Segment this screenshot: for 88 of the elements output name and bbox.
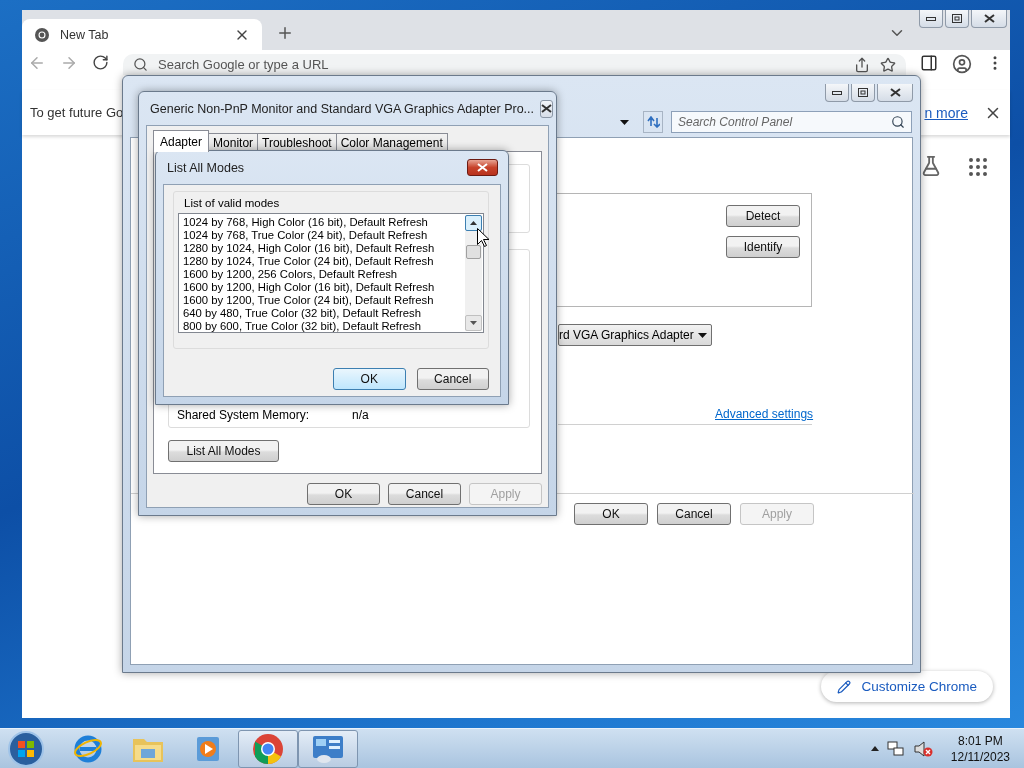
refresh-icon bbox=[646, 116, 660, 128]
dialog-title: List All Modes bbox=[167, 160, 246, 175]
field-label: Shared System Memory: bbox=[177, 408, 311, 422]
side-panel-icon[interactable] bbox=[920, 54, 938, 72]
minimize-button[interactable] bbox=[825, 84, 849, 102]
close-button[interactable] bbox=[540, 99, 553, 118]
close-icon bbox=[889, 88, 901, 97]
reload-icon[interactable] bbox=[92, 54, 109, 71]
mode-item[interactable]: 1600 by 1200, High Color (16 bit), Default Refresh bbox=[183, 281, 462, 294]
pencil-icon bbox=[837, 679, 852, 694]
address-bar[interactable]: Search Google or type a URL bbox=[123, 54, 906, 75]
minimize-icon bbox=[832, 89, 842, 96]
mode-item[interactable]: 1024 by 768, High Color (16 bit), Default Refresh bbox=[183, 216, 462, 229]
action-button[interactable]: Identify bbox=[726, 236, 800, 258]
taskbar-app[interactable] bbox=[298, 729, 358, 768]
clock[interactable]: 8:01 PM 12/11/2023 bbox=[950, 732, 1010, 765]
search-field[interactable]: Search Control Panel bbox=[671, 111, 912, 133]
show-hidden-icons-icon[interactable] bbox=[870, 746, 879, 751]
address-placeholder: Search Google or type a URL bbox=[158, 57, 330, 72]
customize-chrome-button[interactable]: Customize Chrome bbox=[821, 671, 993, 702]
dropdown-value: rd VGA Graphics Adapter bbox=[559, 328, 695, 342]
mode-item[interactable]: 1600 by 1200, 256 Colors, Default Refresh bbox=[183, 268, 462, 281]
mode-item[interactable]: 1024 by 768, True Color (24 bit), Default Refresh bbox=[183, 229, 462, 242]
dialog-button[interactable]: OK bbox=[574, 503, 648, 525]
maximize-button[interactable] bbox=[851, 84, 875, 102]
dropdown-arrow-icon[interactable] bbox=[620, 119, 629, 125]
up-arrow-icon bbox=[470, 221, 477, 225]
media-player-icon bbox=[194, 734, 222, 763]
browser-tab[interactable]: New Tab bbox=[22, 19, 262, 50]
mode-item[interactable]: 1280 by 1024, High Color (16 bit), Default Refresh bbox=[183, 242, 462, 255]
taskbar-app[interactable] bbox=[238, 729, 298, 768]
dialog-tab[interactable]: Adapter bbox=[153, 130, 210, 152]
clock-time: 8:01 PM bbox=[958, 732, 1003, 749]
browser-e-icon bbox=[73, 733, 103, 764]
bookmark-star-icon[interactable] bbox=[880, 56, 896, 73]
share-icon[interactable] bbox=[854, 56, 870, 73]
adapter-dropdown[interactable]: rd VGA Graphics Adapter bbox=[558, 324, 712, 346]
mode-item[interactable]: 640 by 480, True Color (32 bit), Default Refresh bbox=[183, 307, 462, 320]
close-icon bbox=[477, 163, 488, 172]
tab-title: New Tab bbox=[60, 27, 110, 42]
close-button[interactable] bbox=[877, 84, 913, 102]
maximize-icon bbox=[952, 14, 962, 23]
scrollbar[interactable] bbox=[465, 215, 482, 331]
refresh-button[interactable] bbox=[643, 111, 663, 133]
close-icon bbox=[983, 14, 995, 23]
close-icon bbox=[541, 104, 552, 113]
search-icon bbox=[891, 115, 905, 129]
start-button-icon[interactable] bbox=[6, 729, 46, 768]
modes-list[interactable] bbox=[178, 213, 484, 333]
clock-date: 12/11/2023 bbox=[950, 748, 1010, 765]
dialog-button[interactable]: Cancel bbox=[416, 368, 489, 390]
dialog-title: Generic Non-PnP Monitor and Standard VGA Graphics Adapter Pro... bbox=[150, 101, 534, 116]
list-all-modes-button[interactable]: List All Modes bbox=[168, 440, 279, 462]
mode-item[interactable]: 1280 by 1024, True Color (24 bit), Default Refresh bbox=[183, 255, 462, 268]
network-icon[interactable] bbox=[886, 739, 905, 758]
profile-icon[interactable] bbox=[952, 54, 972, 74]
down-arrow-icon bbox=[470, 321, 477, 325]
scroll-down-button[interactable] bbox=[465, 315, 482, 331]
maximize-button[interactable] bbox=[945, 10, 969, 28]
maximize-icon bbox=[858, 88, 868, 97]
apps-grid-icon[interactable] bbox=[966, 155, 990, 179]
dialog-button[interactable]: OK bbox=[307, 483, 380, 505]
chrome-logo-icon bbox=[34, 26, 50, 43]
scroll-thumb[interactable] bbox=[466, 245, 481, 259]
minimize-icon bbox=[926, 15, 936, 22]
muted-speaker-icon[interactable] bbox=[912, 739, 933, 758]
control-panel-icon bbox=[311, 733, 345, 764]
search-icon bbox=[133, 57, 148, 72]
dialog-button[interactable]: OK bbox=[333, 368, 406, 390]
chrome-logo-icon bbox=[252, 732, 284, 765]
field-value: n/a bbox=[352, 408, 369, 422]
learn-more-link[interactable]: n more bbox=[924, 104, 968, 121]
search-placeholder: Search Control Panel bbox=[678, 115, 794, 129]
dialog-button[interactable]: Cancel bbox=[388, 483, 461, 505]
mouse-pointer-icon bbox=[477, 228, 489, 247]
action-button[interactable]: Detect bbox=[726, 205, 800, 227]
flask-icon[interactable] bbox=[920, 155, 942, 177]
dropdown-arrow-icon bbox=[698, 332, 707, 338]
dialog-button[interactable]: Cancel bbox=[657, 503, 731, 525]
mode-item[interactable]: 800 by 600, True Color (32 bit), Default Refresh bbox=[183, 320, 462, 333]
scroll-up-button[interactable] bbox=[465, 215, 482, 231]
new-tab-icon[interactable] bbox=[276, 24, 294, 42]
group-label: List of valid modes bbox=[184, 196, 281, 211]
close-button[interactable] bbox=[971, 10, 1007, 28]
close-button[interactable] bbox=[467, 159, 498, 176]
mode-item[interactable]: 1600 by 1200, True Color (24 bit), Default Refresh bbox=[183, 294, 462, 307]
minimize-button[interactable] bbox=[919, 10, 943, 28]
advanced-settings-link[interactable]: Advanced settings bbox=[715, 407, 912, 421]
